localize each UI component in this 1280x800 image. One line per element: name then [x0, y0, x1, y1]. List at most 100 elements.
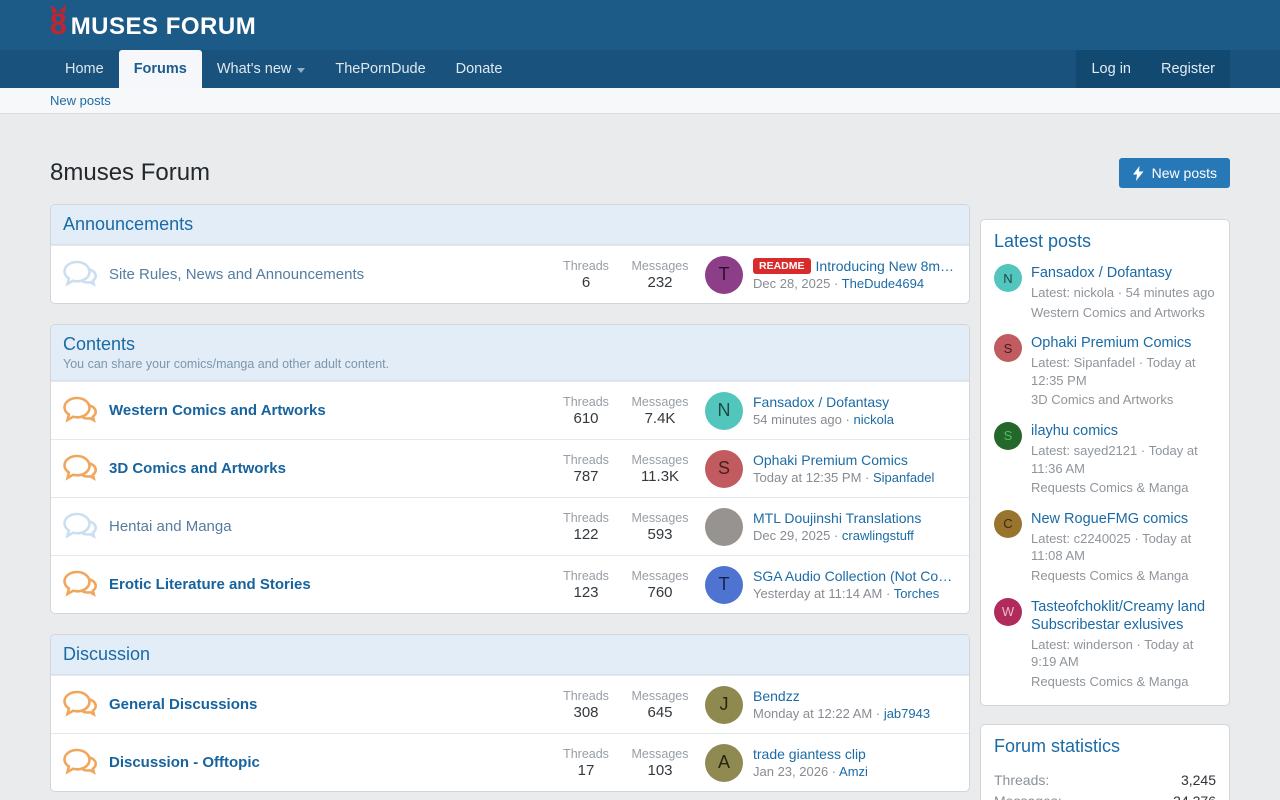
section-title: Discussion [63, 644, 957, 665]
avatar[interactable]: S [994, 422, 1022, 450]
thread-link[interactable]: Tasteofchoklit/Creamy land Subscribestar… [1031, 598, 1216, 634]
avatar[interactable]: W [994, 598, 1022, 626]
new-posts-button[interactable]: New posts [1119, 158, 1230, 188]
avatar[interactable]: C [994, 510, 1022, 538]
latest-post-item: N Fansadox / Dofantasy Latest: nickola ·… [994, 264, 1216, 321]
section-announcements: Announcements Site Rules, News and Annou… [50, 204, 970, 304]
latest-post: A trade giantess clip Jan 23, 2026 · Amz… [697, 744, 959, 782]
threads-stat: Threads 122 [549, 511, 623, 543]
sidebar: Latest posts N Fansadox / Dofantasy Late… [980, 219, 1230, 800]
latest-thread-link[interactable]: MTL Doujinshi Translations [753, 510, 921, 526]
latest-thread-link[interactable]: Ophaki Premium Comics [753, 452, 908, 468]
forum-row-3d-comics: 3D Comics and Artworks Threads 787 Messa… [51, 439, 969, 497]
messages-stat: Messages 645 [623, 689, 697, 721]
latest-post: J Bendzz Monday at 12:22 AM · jab7943 [697, 686, 959, 724]
thread-link[interactable]: New RogueFMG comics [1031, 510, 1216, 528]
avatar[interactable]: N [994, 264, 1022, 292]
thread-link[interactable]: ilayhu comics [1031, 422, 1216, 440]
avatar[interactable]: S [994, 334, 1022, 362]
messages-stat: Messages 103 [623, 747, 697, 779]
sub-navbar: New posts [0, 88, 1280, 114]
stat-row-messages: Messages: 34,376 [994, 790, 1216, 800]
forum-link[interactable]: Erotic Literature and Stories [109, 576, 311, 593]
forum-row-hentai-manga: Hentai and Manga Threads 122 Messages 59… [51, 497, 969, 555]
logo-devil-eight-icon: 8 [50, 10, 67, 40]
section-header: Contents You can share your comics/manga… [51, 325, 969, 381]
latest-thread-link[interactable]: Introducing New 8muses ... [816, 258, 959, 274]
latest-meta: Dec 29, 2025 · crawlingstuff [753, 528, 921, 543]
post-category: Requests Comics & Manga [1031, 479, 1216, 497]
main-navbar: Home Forums What's new ThePornDude Donat… [0, 50, 1280, 88]
latest-meta: Dec 28, 2025 · TheDude4694 [753, 276, 959, 291]
forum-name: Site Rules, News and Announcements [109, 266, 549, 283]
post-meta: Latest: winderson · Today at 9:19 AM [1031, 636, 1216, 671]
nav-spacer [517, 50, 1076, 88]
widget-title: Latest posts [994, 231, 1216, 252]
latest-post: T SGA Audio Collection (Not Complet... Y… [697, 566, 959, 604]
avatar[interactable]: A [705, 744, 743, 782]
speech-bubbles-icon[interactable] [61, 689, 109, 721]
latest-user-link[interactable]: nickola [853, 412, 893, 427]
messages-stat: Messages 11.3K [623, 453, 697, 485]
latest-post: S Ophaki Premium Comics Today at 12:35 P… [697, 450, 959, 488]
speech-bubbles-icon[interactable] [61, 453, 109, 485]
latest-post-item: C New RogueFMG comics Latest: c2240025 ·… [994, 510, 1216, 585]
forum-link[interactable]: Site Rules, News and Announcements [109, 266, 364, 283]
latest-user-link[interactable]: Amzi [839, 764, 868, 779]
forum-row-western-comics: Western Comics and Artworks Threads 610 … [51, 381, 969, 439]
post-category: Requests Comics & Manga [1031, 673, 1216, 691]
avatar[interactable]: N [705, 392, 743, 430]
latest-user-link[interactable]: Sipanfadel [873, 470, 934, 485]
avatar[interactable]: T [705, 566, 743, 604]
threads-stat: Threads 308 [549, 689, 623, 721]
latest-meta: Jan 23, 2026 · Amzi [753, 764, 868, 779]
speech-bubbles-icon[interactable] [61, 511, 109, 543]
nav-item-home[interactable]: Home [50, 50, 119, 88]
forum-link[interactable]: Western Comics and Artworks [109, 402, 326, 419]
latest-thread-link[interactable]: Bendzz [753, 688, 800, 704]
thread-link[interactable]: Fansadox / Dofantasy [1031, 264, 1215, 282]
forum-row-general-discussions: General Discussions Threads 308 Messages… [51, 675, 969, 733]
latest-user-link[interactable]: TheDude4694 [842, 276, 924, 291]
latest-post-item: S ilayhu comics Latest: sayed2121 · Toda… [994, 422, 1216, 497]
latest-thread-link[interactable]: trade giantess clip [753, 746, 866, 762]
site-logo[interactable]: 8 MUSES FORUM [50, 10, 256, 41]
nav-item-forums[interactable]: Forums [119, 50, 202, 88]
speech-bubbles-icon[interactable] [61, 747, 109, 779]
forum-link[interactable]: Discussion - Offtopic [109, 754, 260, 771]
forum-name: 3D Comics and Artworks [109, 460, 549, 477]
readme-badge: README [753, 258, 811, 274]
nav-item-theporndude[interactable]: ThePornDude [320, 50, 440, 88]
forum-list: Announcements Site Rules, News and Annou… [50, 204, 970, 800]
site-header: 8 MUSES FORUM Home Forums What's new The… [0, 0, 1280, 114]
latest-user-link[interactable]: crawlingstuff [842, 528, 914, 543]
forum-link[interactable]: General Discussions [109, 696, 257, 713]
stat-row-threads: Threads: 3,245 [994, 769, 1216, 790]
latest-thread-link[interactable]: SGA Audio Collection (Not Complet... [753, 568, 959, 584]
avatar-photo[interactable] [705, 508, 743, 546]
subnav-new-posts-link[interactable]: New posts [50, 93, 111, 108]
avatar[interactable]: T [705, 256, 743, 294]
forum-name: Hentai and Manga [109, 518, 549, 535]
latest-user-link[interactable]: jab7943 [884, 706, 930, 721]
messages-stat: Messages 593 [623, 511, 697, 543]
avatar[interactable]: S [705, 450, 743, 488]
login-button[interactable]: Log in [1076, 50, 1146, 88]
nav-item-whats-new[interactable]: What's new [202, 50, 321, 88]
page-title: 8muses Forum [50, 159, 210, 187]
thread-link[interactable]: Ophaki Premium Comics [1031, 334, 1216, 352]
speech-bubbles-icon[interactable] [61, 259, 109, 291]
section-header: Discussion [51, 635, 969, 675]
speech-bubbles-icon[interactable] [61, 395, 109, 427]
latest-post-item: W Tasteofchoklit/Creamy land Subscribest… [994, 598, 1216, 691]
latest-thread-link[interactable]: Fansadox / Dofantasy [753, 394, 889, 410]
nav-item-donate[interactable]: Donate [441, 50, 518, 88]
register-button[interactable]: Register [1146, 50, 1230, 88]
forum-link[interactable]: 3D Comics and Artworks [109, 460, 286, 477]
forum-link[interactable]: Hentai and Manga [109, 518, 232, 535]
speech-bubbles-icon[interactable] [61, 569, 109, 601]
avatar[interactable]: J [705, 686, 743, 724]
section-title: Contents [63, 334, 957, 355]
latest-meta: Today at 12:35 PM · Sipanfadel [753, 470, 934, 485]
latest-user-link[interactable]: Torches [894, 586, 940, 601]
